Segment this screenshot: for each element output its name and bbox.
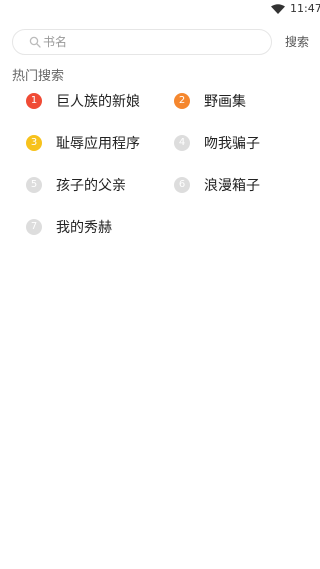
hot-search-label: 我的秀赫 (56, 220, 112, 236)
search-button[interactable]: 搜索 (285, 33, 309, 50)
hot-search-item-6[interactable]: 6 浪漫箱子 (174, 176, 260, 194)
status-time: 11:47 (290, 2, 320, 15)
hot-search-label: 野画集 (204, 94, 246, 110)
hot-search-label: 孩子的父亲 (56, 178, 126, 194)
search-box[interactable] (12, 29, 272, 55)
hot-search-item-4[interactable]: 4 吻我骗子 (174, 134, 260, 152)
rank-badge: 6 (174, 177, 190, 193)
hot-search-item-7[interactable]: 7 我的秀赫 (26, 218, 112, 236)
search-bar: 搜索 (12, 29, 312, 55)
rank-badge: 1 (26, 93, 42, 109)
rank-badge: 7 (26, 219, 42, 235)
wifi-icon (271, 4, 285, 14)
hot-search-label: 浪漫箱子 (204, 178, 260, 194)
rank-badge: 5 (26, 177, 42, 193)
hot-search-label: 耻辱应用程序 (56, 136, 140, 152)
search-icon (29, 36, 41, 48)
hot-search-label: 吻我骗子 (204, 136, 260, 152)
rank-badge: 2 (174, 93, 190, 109)
status-bar: 11:47 (0, 0, 320, 18)
rank-badge: 3 (26, 135, 42, 151)
rank-badge: 4 (174, 135, 190, 151)
hot-search-item-5[interactable]: 5 孩子的父亲 (26, 176, 126, 194)
hot-search-label: 巨人族的新娘 (56, 94, 140, 110)
hot-search-title: 热门搜索 (12, 69, 65, 84)
hot-search-item-1[interactable]: 1 巨人族的新娘 (26, 92, 140, 110)
hot-search-item-2[interactable]: 2 野画集 (174, 92, 246, 110)
hot-search-item-3[interactable]: 3 耻辱应用程序 (26, 134, 140, 152)
search-input[interactable] (43, 33, 263, 51)
